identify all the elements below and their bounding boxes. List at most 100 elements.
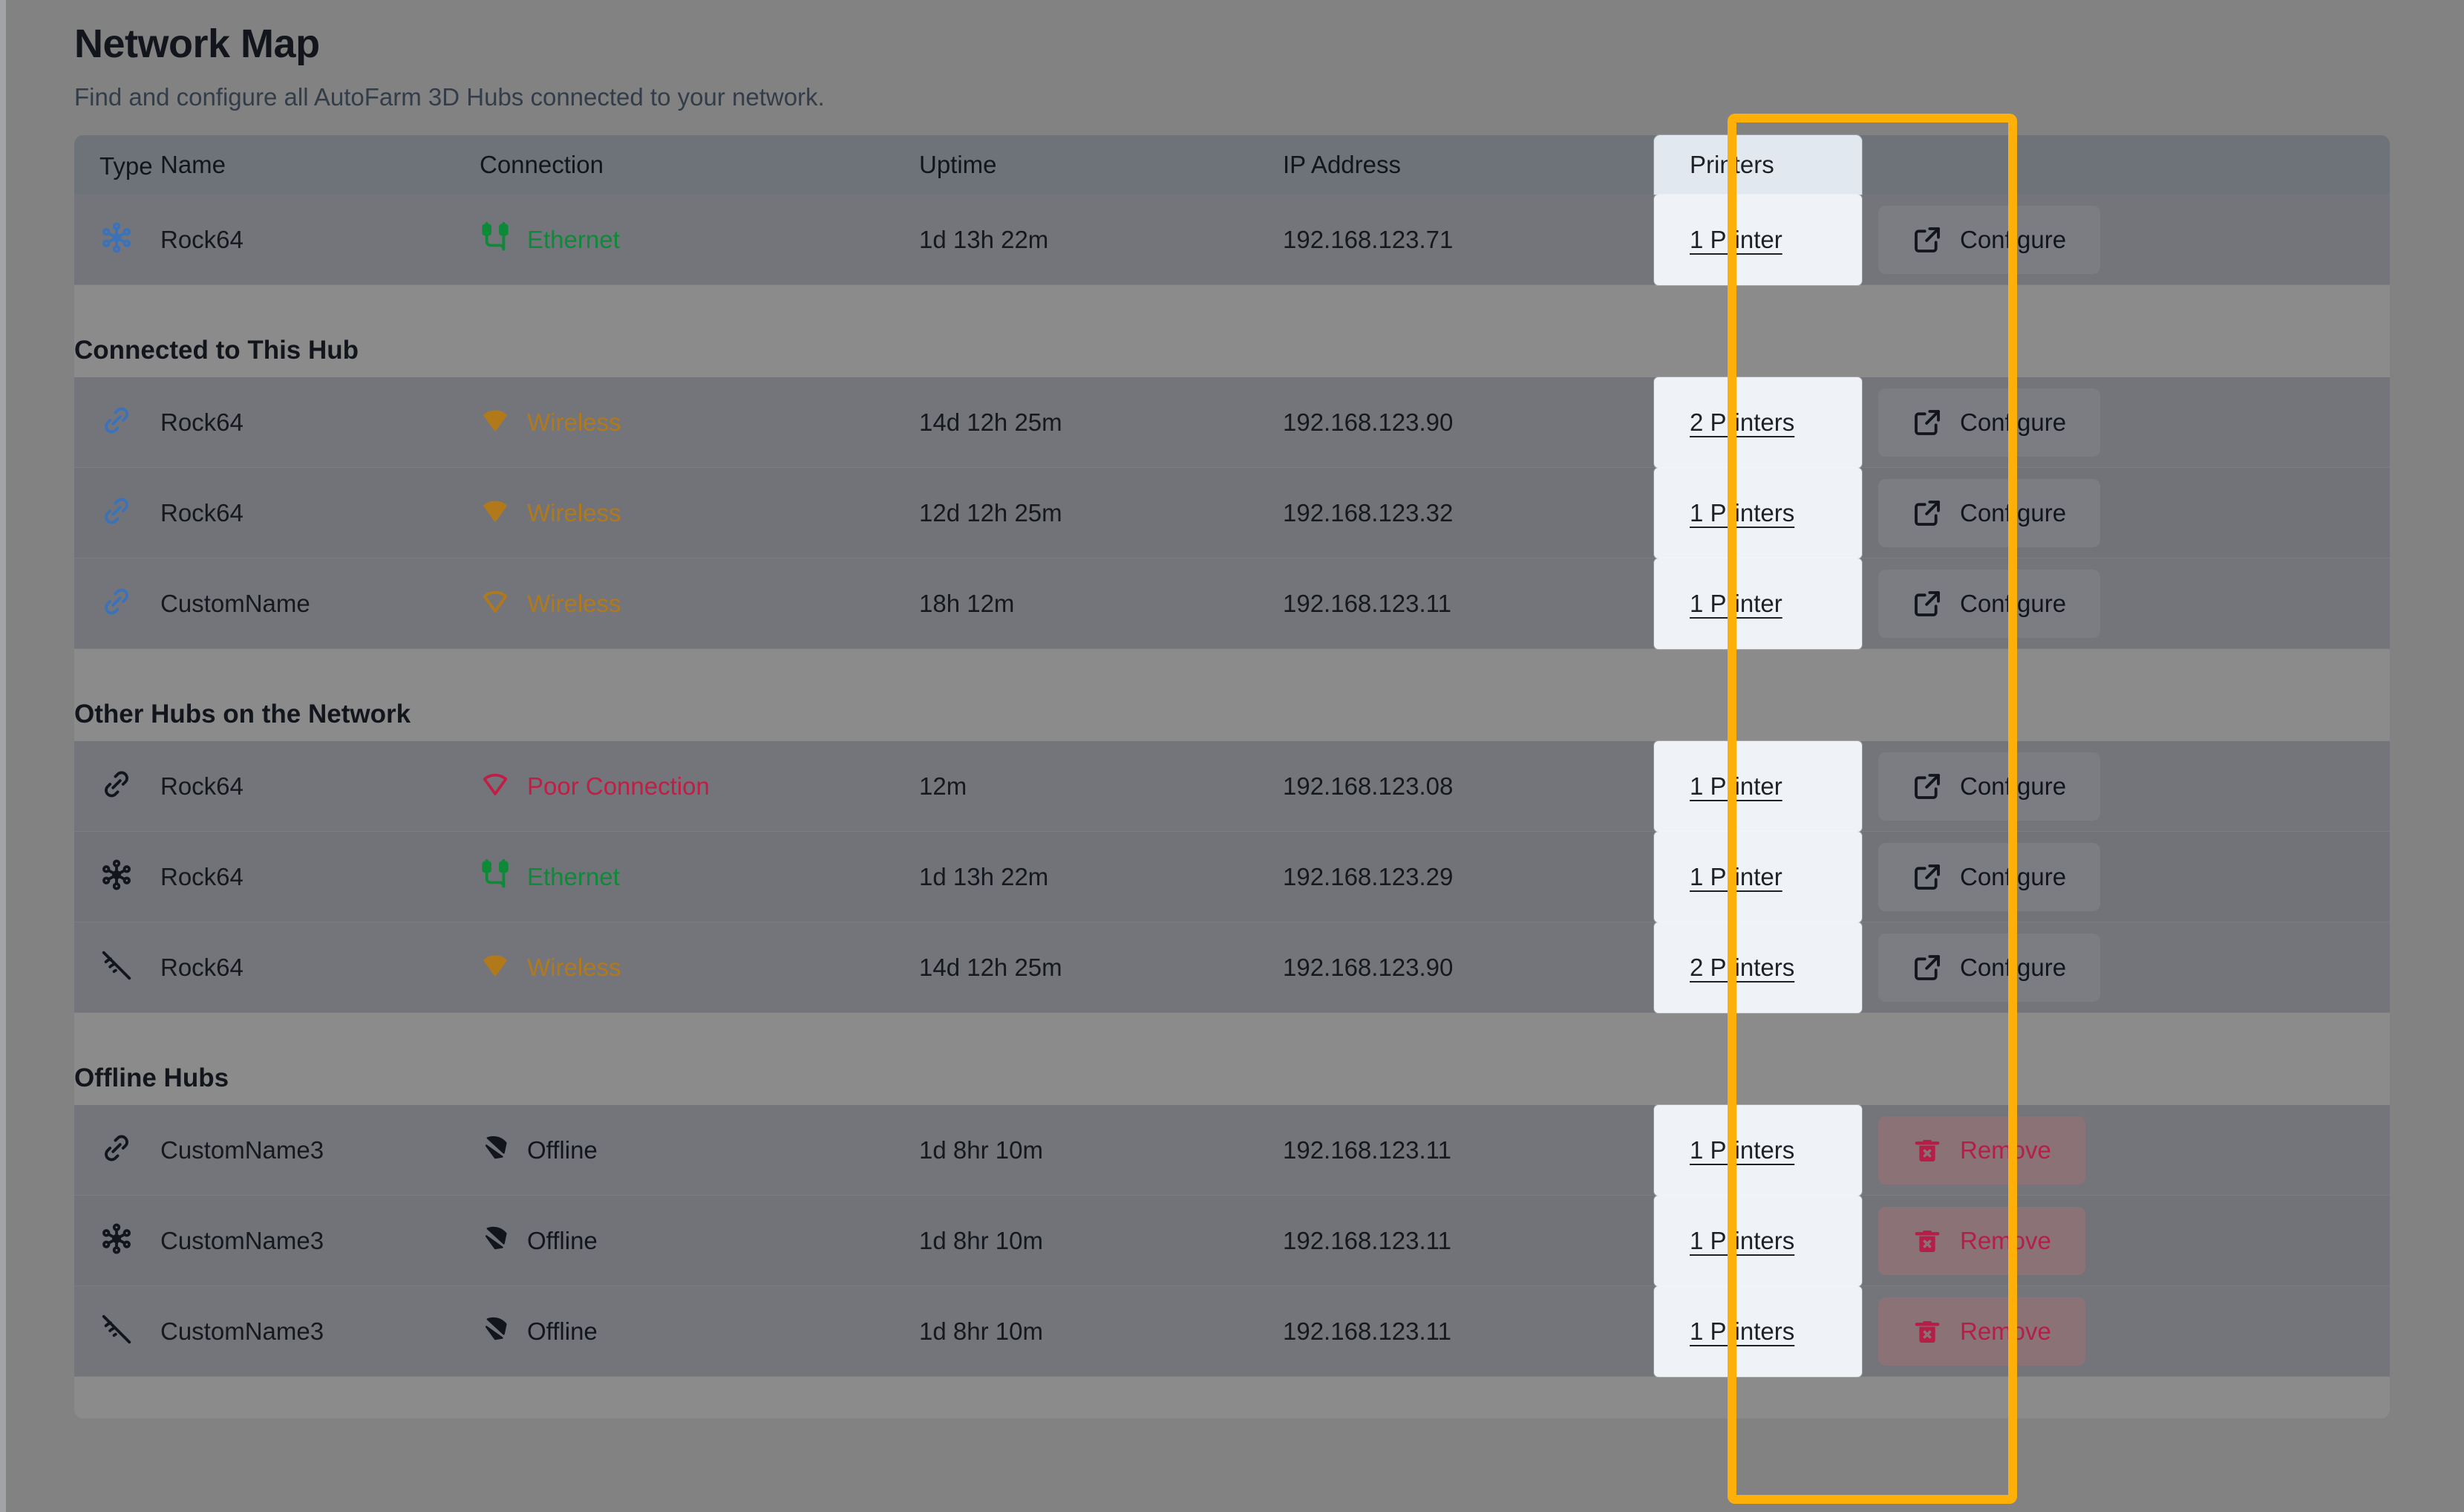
configure-button[interactable]: Configure: [1878, 479, 2100, 547]
printers-link[interactable]: 2 Printers: [1690, 408, 1794, 437]
table-row[interactable]: CustomName3Offline1d 8hr 10m192.168.123.…: [74, 1196, 2390, 1286]
remove-button[interactable]: Remove: [1878, 1297, 2085, 1366]
row-type-cell: [74, 494, 160, 532]
row-connection-cell: Wireless: [480, 495, 919, 532]
table-row[interactable]: CustomNameWireless18h 12m192.168.123.111…: [74, 558, 2390, 649]
section-title-2: Other Hubs on the Network: [74, 688, 2390, 741]
remove-button[interactable]: Remove: [1878, 1116, 2085, 1184]
printers-link[interactable]: 1 Printers: [1690, 499, 1794, 527]
configure-button[interactable]: Configure: [1878, 752, 2100, 821]
table-row[interactable]: CustomName3Offline1d 8hr 10m192.168.123.…: [74, 1286, 2390, 1377]
wifi-off-icon: [99, 948, 134, 986]
table-row[interactable]: Rock64Wireless14d 12h 25m192.168.123.902…: [74, 922, 2390, 1013]
row-name-cell: Rock64: [160, 226, 480, 254]
configure-button[interactable]: Configure: [1878, 206, 2100, 274]
wifi-strong-icon: [480, 949, 511, 986]
row-connection-label: Wireless: [527, 590, 621, 618]
row-printers-cell[interactable]: 1 Printers: [1654, 468, 1862, 558]
row-printers-cell[interactable]: 1 Printer: [1654, 195, 1862, 285]
row-actions-cell: Remove: [1862, 1116, 2390, 1184]
wifi-off-icon: [99, 1312, 134, 1350]
configure-button[interactable]: Configure: [1878, 570, 2100, 638]
row-printers-cell[interactable]: 1 Printers: [1654, 1105, 1862, 1196]
printers-link[interactable]: 1 Printer: [1690, 772, 1782, 801]
row-ip-cell: 192.168.123.11: [1283, 590, 1654, 618]
table-row[interactable]: Rock64Wireless12d 12h 25m192.168.123.321…: [74, 468, 2390, 558]
row-printers-cell[interactable]: 1 Printers: [1654, 1286, 1862, 1377]
row-printers-cell-wrap: 1 Printer: [1654, 558, 1862, 649]
row-name-cell: CustomName3: [160, 1227, 480, 1255]
trash-x-icon: [1912, 1317, 1942, 1346]
table-row[interactable]: CustomName3Offline1d 8hr 10m192.168.123.…: [74, 1105, 2390, 1196]
row-ip-cell: 192.168.123.11: [1283, 1317, 1654, 1346]
row-uptime-cell: 12m: [919, 772, 1283, 801]
configure-button[interactable]: Configure: [1878, 843, 2100, 911]
printers-link[interactable]: 1 Printers: [1690, 1227, 1794, 1255]
row-name-cell: Rock64: [160, 499, 480, 527]
row-printers-cell[interactable]: 1 Printer: [1654, 741, 1862, 832]
remove-button-label: Remove: [1960, 1227, 2051, 1255]
row-actions-cell: Configure: [1862, 933, 2390, 1002]
row-actions-cell: Remove: [1862, 1297, 2390, 1366]
remove-button-label: Remove: [1960, 1317, 2051, 1346]
printers-link[interactable]: 1 Printer: [1690, 590, 1782, 618]
row-printers-cell[interactable]: 2 Printers: [1654, 377, 1862, 468]
section-gap: [74, 649, 2390, 688]
row-printers-cell[interactable]: 1 Printer: [1654, 558, 1862, 649]
printers-link[interactable]: 1 Printer: [1690, 863, 1782, 891]
row-actions-cell: Configure: [1862, 206, 2390, 274]
hubs-table: TypeNameConnectionUptimeIP AddressPrinte…: [74, 135, 2390, 1418]
link-icon: [99, 403, 134, 441]
remove-button[interactable]: Remove: [1878, 1207, 2085, 1275]
row-uptime-cell: 1d 13h 22m: [919, 226, 1283, 254]
wifi-strong-icon: [480, 495, 511, 532]
table-header-row: TypeNameConnectionUptimeIP AddressPrinte…: [74, 135, 2390, 195]
row-connection-cell: Offline: [480, 1222, 919, 1260]
row-connection-label: Wireless: [527, 499, 621, 527]
network-hub-icon: [99, 221, 134, 258]
row-connection-cell: Offline: [480, 1313, 919, 1350]
external-link-icon: [1912, 589, 1942, 619]
network-map-page: Network Map Find and configure all AutoF…: [0, 0, 2464, 1512]
table-row[interactable]: Rock64Ethernet1d 13h 22m192.168.123.711 …: [74, 195, 2390, 285]
printers-link[interactable]: 1 Printer: [1690, 226, 1782, 254]
row-actions-cell: Configure: [1862, 479, 2390, 547]
table-row[interactable]: Rock64Ethernet1d 13h 22m192.168.123.291 …: [74, 832, 2390, 922]
row-printers-cell-wrap: 1 Printer: [1654, 741, 1862, 832]
row-connection-cell: Wireless: [480, 585, 919, 622]
row-type-cell: [74, 767, 160, 805]
configure-button-label: Configure: [1960, 772, 2066, 801]
wifi-weak-icon: [480, 585, 511, 622]
table-row[interactable]: Rock64Poor Connection12m192.168.123.081 …: [74, 741, 2390, 832]
trash-x-icon: [1912, 1226, 1942, 1256]
printers-link[interactable]: 1 Printers: [1690, 1317, 1794, 1346]
row-ip-cell: 192.168.123.29: [1283, 863, 1654, 891]
printers-link[interactable]: 2 Printers: [1690, 954, 1794, 982]
external-link-icon: [1912, 498, 1942, 528]
row-connection-label: Offline: [527, 1136, 598, 1164]
row-actions-cell: Remove: [1862, 1207, 2390, 1275]
configure-button-label: Configure: [1960, 408, 2066, 437]
link-icon: [99, 767, 134, 805]
wifi-slash-icon: [480, 1222, 511, 1260]
row-type-cell: [74, 858, 160, 896]
row-uptime-cell: 12d 12h 25m: [919, 499, 1283, 527]
row-uptime-cell: 1d 13h 22m: [919, 863, 1283, 891]
configure-button[interactable]: Configure: [1878, 388, 2100, 457]
column-header-printers-wrap: Printers: [1654, 135, 1862, 195]
configure-button-label: Configure: [1960, 226, 2066, 254]
row-printers-cell[interactable]: 1 Printers: [1654, 1196, 1862, 1286]
printers-link[interactable]: 1 Printers: [1690, 1136, 1794, 1164]
row-printers-cell[interactable]: 2 Printers: [1654, 922, 1862, 1013]
row-uptime-cell: 1d 8hr 10m: [919, 1227, 1283, 1255]
row-type-cell: [74, 221, 160, 258]
row-type-cell: [74, 403, 160, 441]
link-icon: [99, 584, 134, 622]
configure-button[interactable]: Configure: [1878, 933, 2100, 1002]
ethernet-cable-icon: [480, 221, 511, 258]
row-printers-cell[interactable]: 1 Printer: [1654, 832, 1862, 922]
row-connection-cell: Poor Connection: [480, 768, 919, 805]
row-printers-cell-wrap: 1 Printer: [1654, 195, 1862, 285]
table-row[interactable]: Rock64Wireless14d 12h 25m192.168.123.902…: [74, 377, 2390, 468]
row-connection-label: Wireless: [527, 954, 621, 982]
